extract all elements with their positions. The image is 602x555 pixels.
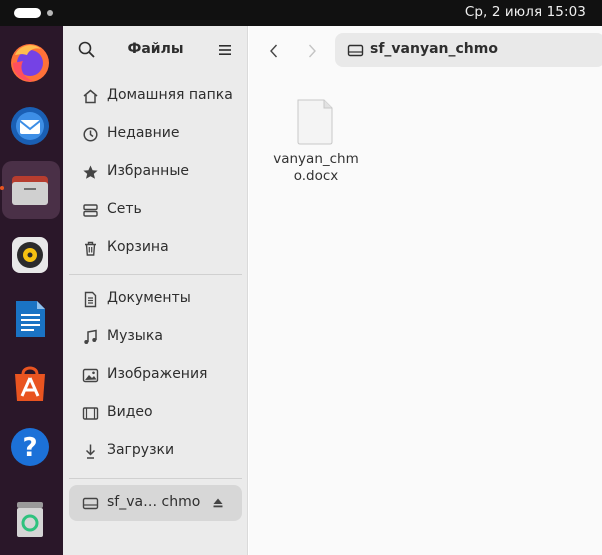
sidebar-item-pictures[interactable]: Изображения [69,357,242,393]
sidebar-item-music[interactable]: Музыка [69,319,242,355]
hamburger-menu-icon[interactable] [216,41,234,59]
sidebar-item-label: Корзина [107,239,169,255]
forward-button[interactable] [302,40,322,62]
sidebar-item-starred[interactable]: Избранные [69,154,242,190]
dock-trash[interactable] [0,488,63,548]
firefox-icon [11,44,49,82]
sidebar-item-label: Изображения [107,366,208,382]
thunderbird-icon [11,107,49,145]
trash-icon [85,241,96,256]
home-icon [83,89,98,104]
dock: ? [0,26,63,555]
files-icon [12,176,48,205]
drive-icon [347,44,364,57]
rhythmbox-icon [12,237,48,273]
dock-app-center[interactable] [0,353,63,413]
trash-icon [17,502,43,537]
sidebar-item-trash[interactable]: Корзина [69,230,242,266]
dock-writer[interactable] [0,289,63,349]
back-button[interactable] [264,40,284,62]
sidebar-item-label: Домашняя папка [107,87,233,103]
sidebar-item-downloads[interactable]: Загрузки [69,433,242,469]
sidebar-item-home[interactable]: Домашняя папка [69,78,242,114]
drive-icon [82,497,99,510]
dock-files[interactable] [0,159,63,219]
path-location[interactable]: sf_vanyan_chmo [370,41,498,57]
sidebar-item-label: Документы [107,290,191,306]
workspace-indicator[interactable] [47,10,53,16]
dock-help[interactable]: ? [0,417,63,477]
sidebar-item-label: sf_va… chmo [107,494,201,510]
svg-text:?: ? [22,433,37,463]
dock-firefox[interactable] [0,32,63,92]
sidebar-item-label: Избранные [107,163,189,179]
path-bar[interactable]: sf_vanyan_chmo [335,33,602,67]
document-file-icon [297,99,333,145]
writer-icon [16,301,45,337]
running-indicator [0,186,4,190]
sidebar-item-videos[interactable]: Видео [69,395,242,431]
sidebar-item-recent[interactable]: Недавние [69,116,242,152]
file-item[interactable]: vanyan_chmo.docx [271,96,361,196]
app-center-icon [15,366,45,401]
top-bar: Ср, 2 июля 15:03 [0,0,602,26]
music-icon [84,329,97,344]
sidebar-item-documents[interactable]: Документы [69,281,242,317]
dock-thunderbird[interactable] [0,95,63,155]
eject-icon[interactable] [210,495,226,511]
recent-icon [83,127,98,142]
dock-rhythmbox[interactable] [0,225,63,285]
documents-icon [84,291,97,308]
sidebar-item-label: Сеть [107,201,142,217]
star-icon [83,165,98,179]
clock[interactable]: Ср, 2 июля 15:03 [465,4,586,20]
sidebar-item-label: Загрузки [107,442,175,458]
sidebar-item-label: Видео [107,404,153,420]
sidebar: Файлы Домашняя папка Недавние Избранные … [63,26,248,555]
sidebar-header: Файлы [63,26,248,74]
sidebar-separator [69,274,242,275]
file-name: vanyan_chmo.docx [273,151,359,184]
video-icon [82,407,99,420]
main-view: sf_vanyan_chmo vanyan_chmo.docx [249,26,602,555]
network-icon [83,204,98,217]
pictures-icon [82,368,99,383]
sidebar-item-shared-folder[interactable]: sf_va… chmo [69,485,242,521]
sidebar-item-network[interactable]: Сеть [69,192,242,228]
downloads-icon [85,444,96,459]
files-window: Файлы Домашняя папка Недавние Избранные … [63,26,602,555]
sidebar-item-label: Музыка [107,328,163,344]
help-icon: ? [11,428,49,466]
sidebar-item-label: Недавние [107,125,180,141]
activities-button[interactable] [14,8,41,18]
sidebar-separator [69,478,242,479]
